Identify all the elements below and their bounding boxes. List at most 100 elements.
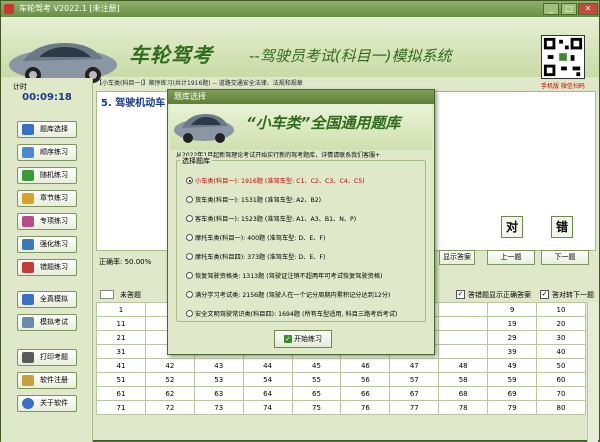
grid-cell[interactable]: 10 xyxy=(536,302,586,317)
grid-cell[interactable]: 11 xyxy=(96,316,146,331)
bank-option-full-score[interactable]: 满分学习考试类: 2156题 (驾驶人在一个记分周期内累积记分达到12分) xyxy=(186,290,390,299)
grid-cell[interactable]: 78 xyxy=(438,400,489,415)
grid-cell[interactable]: 45 xyxy=(291,358,342,373)
radio[interactable] xyxy=(186,196,193,203)
radio-selected[interactable] xyxy=(186,177,193,184)
grid-cell[interactable]: 19 xyxy=(487,316,538,331)
grid-cell[interactable]: 63 xyxy=(193,386,244,401)
grid-cell[interactable]: 69 xyxy=(487,386,538,401)
grid-cell[interactable]: 67 xyxy=(389,386,440,401)
grid-cell[interactable]: 80 xyxy=(536,400,586,415)
radio[interactable] xyxy=(186,215,193,222)
grid-cell[interactable]: 53 xyxy=(193,372,244,387)
radio[interactable] xyxy=(186,272,193,279)
grid-cell[interactable]: 59 xyxy=(487,372,538,387)
grid-cell[interactable]: 76 xyxy=(340,400,391,415)
show-correct-checkbox[interactable]: ✓ xyxy=(456,290,465,299)
sidebar-btn-random[interactable]: 随机练习 xyxy=(17,167,77,184)
grid-cell[interactable]: 20 xyxy=(536,316,586,331)
grid-cell[interactable]: 51 xyxy=(96,372,146,387)
grid-cell[interactable]: 66 xyxy=(340,386,391,401)
sidebar-btn-question-bank[interactable]: 题库选择 xyxy=(17,121,77,138)
grid-cell[interactable]: 54 xyxy=(242,372,293,387)
grid-cell[interactable] xyxy=(438,302,489,317)
grid-cell[interactable]: 43 xyxy=(193,358,244,373)
dialog-headline: “小车类”全国通用题库 xyxy=(246,114,401,132)
close-button[interactable]: ✕ xyxy=(578,3,598,15)
grid-cell[interactable]: 65 xyxy=(291,386,342,401)
grid-cell[interactable]: 56 xyxy=(340,372,391,387)
bank-option-moto-1[interactable]: 摩托车类(科目一): 400题 (准驾车型: D、E、F) xyxy=(186,233,325,242)
auto-next-checkbox[interactable]: ✓ xyxy=(540,290,549,299)
document-icon xyxy=(22,317,34,328)
grid-cell[interactable]: 75 xyxy=(291,400,342,415)
bank-option-safety[interactable]: 安全文明驾驶常识类(科目四): 1694题 (所有车型适用, 科目三路考后考试) xyxy=(186,309,397,318)
bank-option-truck[interactable]: 货车类(科目一): 1531题 (准驾车型: A2、B2) xyxy=(186,195,321,204)
grid-cell[interactable]: 77 xyxy=(389,400,440,415)
bank-option-restore[interactable]: 恢复驾驶资格类: 1313题 (驾驶证注销不超两年可考试恢复驾驶资格) xyxy=(186,271,382,280)
grid-cell[interactable]: 1 xyxy=(96,302,146,317)
grid-cell[interactable]: 72 xyxy=(144,400,195,415)
sidebar-btn-intensive[interactable]: 强化练习 xyxy=(17,236,77,253)
grid-cell[interactable]: 55 xyxy=(291,372,342,387)
grid-cell[interactable]: 74 xyxy=(242,400,293,415)
grid-cell[interactable]: 62 xyxy=(144,386,195,401)
grid-cell[interactable]: 70 xyxy=(536,386,586,401)
sidebar-btn-about[interactable]: 关于软件 xyxy=(17,395,77,412)
sidebar-btn-mock-exam[interactable]: 模拟考试 xyxy=(17,314,77,331)
grid-cell[interactable]: 71 xyxy=(96,400,146,415)
brand-title: 车轮驾考 xyxy=(129,43,213,67)
prev-question-button[interactable]: 上一题 xyxy=(487,250,535,265)
grid-cell[interactable]: 42 xyxy=(144,358,195,373)
radio[interactable] xyxy=(186,291,193,298)
grid-cell[interactable]: 48 xyxy=(438,358,489,373)
radio[interactable] xyxy=(186,310,193,317)
show-answer-button[interactable]: 显示答案 xyxy=(439,250,475,265)
grid-cell[interactable]: 50 xyxy=(536,358,586,373)
grid-cell[interactable]: 61 xyxy=(96,386,146,401)
grid-cell[interactable]: 73 xyxy=(193,400,244,415)
grid-cell[interactable]: 52 xyxy=(144,372,195,387)
sidebar-btn-special[interactable]: 专项练习 xyxy=(17,213,77,230)
grid-cell[interactable]: 29 xyxy=(487,330,538,345)
bank-option-car[interactable]: 小车类(科目一): 1916题 (准驾车型: C1、C2、C3、C4、C5) xyxy=(186,176,365,185)
sidebar-btn-chapter[interactable]: 章节练习 xyxy=(17,190,77,207)
sidebar-btn-register[interactable]: 软件注册 xyxy=(17,372,77,389)
bank-option-moto-4[interactable]: 摩托车类(科目四): 373题 (准驾车型: D、E、F) xyxy=(186,252,325,261)
maximize-button[interactable]: □ xyxy=(561,3,577,15)
grid-cell[interactable]: 30 xyxy=(536,330,586,345)
grid-cell[interactable]: 41 xyxy=(96,358,146,373)
minimize-button[interactable]: _ xyxy=(543,3,559,15)
answer-right-button[interactable]: 对 xyxy=(501,216,523,238)
grid-cell[interactable]: 39 xyxy=(487,344,538,359)
answer-wrong-button[interactable]: 错 xyxy=(551,216,573,238)
radio[interactable] xyxy=(186,253,193,260)
grid-cell[interactable]: 60 xyxy=(536,372,586,387)
grid-cell[interactable] xyxy=(438,344,489,359)
grid-cell[interactable]: 79 xyxy=(487,400,538,415)
sidebar-btn-print[interactable]: 打印考题 xyxy=(17,349,77,366)
grid-cell[interactable]: 68 xyxy=(438,386,489,401)
grid-cell[interactable] xyxy=(438,316,489,331)
grid-cell[interactable]: 49 xyxy=(487,358,538,373)
grid-cell[interactable]: 21 xyxy=(96,330,146,345)
sidebar-btn-sequential[interactable]: 顺序练习 xyxy=(17,144,77,161)
sidebar-btn-wrong-questions[interactable]: 错题练习 xyxy=(17,259,77,276)
start-practice-button[interactable]: ✓ 开始练习 xyxy=(274,330,332,348)
grid-cell[interactable]: 57 xyxy=(389,372,440,387)
grid-cell[interactable]: 44 xyxy=(242,358,293,373)
grid-cell[interactable]: 31 xyxy=(96,344,146,359)
grid-cell[interactable]: 9 xyxy=(487,302,538,317)
grid-cell[interactable]: 40 xyxy=(536,344,586,359)
next-question-button[interactable]: 下一题 xyxy=(541,250,589,265)
sidebar-btn-full-simulation[interactable]: 全真模拟 xyxy=(17,291,77,308)
grid-cell[interactable] xyxy=(438,330,489,345)
grid-scrollbar[interactable] xyxy=(587,302,598,442)
bank-option-bus[interactable]: 客车类(科目一): 1523题 (准驾车型: A1、A3、B1、N、P) xyxy=(186,214,356,223)
grid-cell[interactable]: 46 xyxy=(340,358,391,373)
grid-cell[interactable]: 58 xyxy=(438,372,489,387)
grid-cell[interactable]: 47 xyxy=(389,358,440,373)
radio[interactable] xyxy=(186,234,193,241)
grid-cell[interactable]: 64 xyxy=(242,386,293,401)
header-banner: 车轮驾考 --驾驶员考试(科目一)模拟系统 手机版 微信扫码 xyxy=(1,17,599,90)
